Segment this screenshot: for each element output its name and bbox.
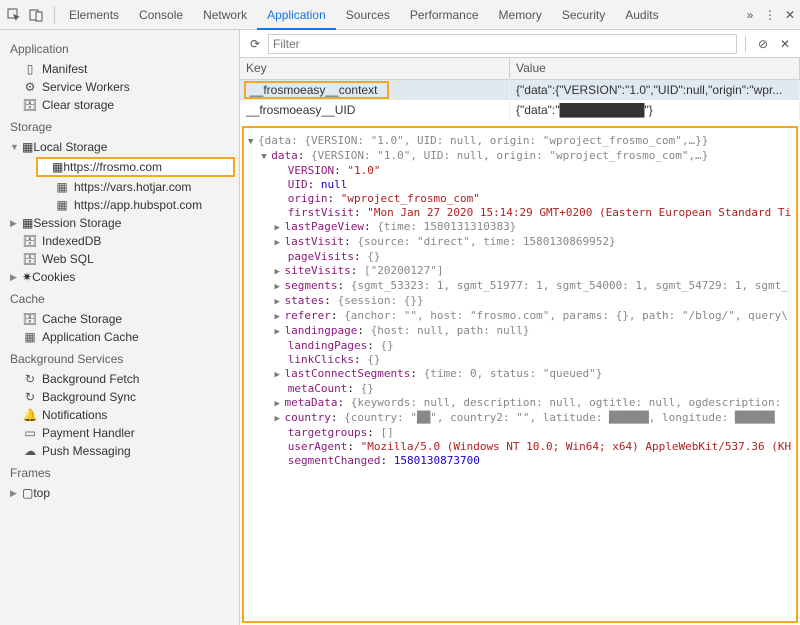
sidebar-item-manifest[interactable]: ▯Manifest: [0, 60, 239, 78]
database-icon: 🗄: [22, 252, 38, 266]
grid-icon: ▦: [54, 198, 70, 212]
tab-network[interactable]: Network: [193, 0, 257, 30]
storage-key: __frosmoeasy__UID: [240, 101, 510, 119]
gear-icon: ⚙: [22, 80, 38, 94]
section-cache: Cache: [0, 286, 239, 310]
sidebar-origin-frosmo[interactable]: ▦https://frosmo.com: [36, 157, 235, 177]
database-icon: 🗄: [22, 98, 38, 112]
card-icon: ▭: [22, 426, 38, 440]
tab-audits[interactable]: Audits: [615, 0, 668, 30]
reload-icon[interactable]: ⟳: [246, 37, 264, 51]
sidebar-item-clear-storage[interactable]: 🗄Clear storage: [0, 96, 239, 114]
cookie-icon: ✷: [22, 270, 32, 284]
storage-rows: __frosmoeasy__context {"data":{"VERSION"…: [240, 80, 800, 120]
tab-sources[interactable]: Sources: [336, 0, 400, 30]
col-key[interactable]: Key: [240, 58, 510, 79]
tab-performance[interactable]: Performance: [400, 0, 489, 30]
sidebar-item-local-storage[interactable]: ▼▦Local Storage: [0, 138, 239, 156]
filter-input[interactable]: [268, 34, 737, 54]
sidebar-item-service-workers[interactable]: ⚙Service Workers: [0, 78, 239, 96]
divider: [745, 36, 746, 52]
database-icon: 🗄: [22, 312, 38, 326]
sidebar-item-bg-sync[interactable]: ↻Background Sync: [0, 388, 239, 406]
clear-filter-icon[interactable]: ⊘: [754, 37, 772, 51]
inspect-icon[interactable]: [6, 7, 22, 23]
tab-application[interactable]: Application: [257, 0, 336, 30]
value-detail-pane[interactable]: ▼{data: {VERSION: "1.0", UID: null, orig…: [242, 126, 798, 623]
grid-icon: ▦: [54, 180, 70, 194]
tab-security[interactable]: Security: [552, 0, 615, 30]
storage-table-header: Key Value: [240, 58, 800, 80]
sidebar-item-cache-storage[interactable]: 🗄Cache Storage: [0, 310, 239, 328]
grid-icon: ▦: [22, 140, 33, 154]
kebab-icon[interactable]: ⋮: [760, 8, 780, 22]
cloud-icon: ☁: [22, 444, 38, 458]
sidebar-item-cookies[interactable]: ▶✷Cookies: [0, 268, 239, 286]
document-icon: ▯: [22, 62, 38, 76]
frame-icon: ▢: [22, 486, 33, 500]
storage-key: __frosmoeasy__context: [244, 81, 389, 99]
section-background-services: Background Services: [0, 346, 239, 370]
sidebar-item-application-cache[interactable]: ▦Application Cache: [0, 328, 239, 346]
table-row[interactable]: __frosmoeasy__context {"data":{"VERSION"…: [240, 80, 800, 100]
tab-elements[interactable]: Elements: [59, 0, 129, 30]
col-value[interactable]: Value: [510, 58, 800, 79]
chevron-right-icon: ▶: [10, 218, 22, 229]
grid-icon: ▦: [22, 330, 38, 344]
storage-value: {"data":"██████████"}: [510, 101, 800, 119]
sidebar-item-push-messaging[interactable]: ☁Push Messaging: [0, 442, 239, 460]
grid-icon: ▦: [22, 216, 33, 230]
close-icon[interactable]: ✕: [780, 8, 800, 22]
delete-icon[interactable]: ✕: [776, 37, 794, 51]
divider: [54, 6, 55, 24]
sidebar-item-session-storage[interactable]: ▶▦Session Storage: [0, 214, 239, 232]
sidebar-item-websql[interactable]: 🗄Web SQL: [0, 250, 239, 268]
chevron-down-icon: ▼: [10, 142, 22, 152]
device-icon[interactable]: [28, 7, 44, 23]
application-sidebar: Application ▯Manifest ⚙Service Workers 🗄…: [0, 30, 240, 625]
section-storage: Storage: [0, 114, 239, 138]
sidebar-item-payment-handler[interactable]: ▭Payment Handler: [0, 424, 239, 442]
section-frames: Frames: [0, 460, 239, 484]
database-icon: 🗄: [22, 234, 38, 248]
tab-memory[interactable]: Memory: [489, 0, 552, 30]
sidebar-item-indexeddb[interactable]: 🗄IndexedDB: [0, 232, 239, 250]
fetch-icon: ↻: [22, 372, 38, 386]
sidebar-origin-hubspot[interactable]: ▦https://app.hubspot.com: [0, 196, 239, 214]
sidebar-item-bg-fetch[interactable]: ↻Background Fetch: [0, 370, 239, 388]
filter-bar: ⟳ ⊘ ✕: [240, 30, 800, 58]
table-row[interactable]: __frosmoeasy__UID {"data":"██████████"}: [240, 100, 800, 120]
sidebar-origin-hotjar[interactable]: ▦https://vars.hotjar.com: [0, 178, 239, 196]
sync-icon: ↻: [22, 390, 38, 404]
devtools-tabs: Elements Console Network Application Sou…: [0, 0, 800, 30]
chevron-right-icon: ▶: [10, 272, 22, 283]
storage-value: {"data":{"VERSION":"1.0","UID":null,"ori…: [510, 81, 800, 99]
grid-icon: ▦: [52, 160, 63, 174]
sidebar-item-top-frame[interactable]: ▶▢top: [0, 484, 239, 502]
more-tabs-icon[interactable]: »: [740, 8, 760, 22]
section-application: Application: [0, 36, 239, 60]
tab-console[interactable]: Console: [129, 0, 193, 30]
storage-content-pane: ⟳ ⊘ ✕ Key Value __frosmoeasy__context {"…: [240, 30, 800, 625]
chevron-right-icon: ▶: [10, 488, 22, 499]
bell-icon: 🔔: [22, 408, 38, 422]
sidebar-item-notifications[interactable]: 🔔Notifications: [0, 406, 239, 424]
